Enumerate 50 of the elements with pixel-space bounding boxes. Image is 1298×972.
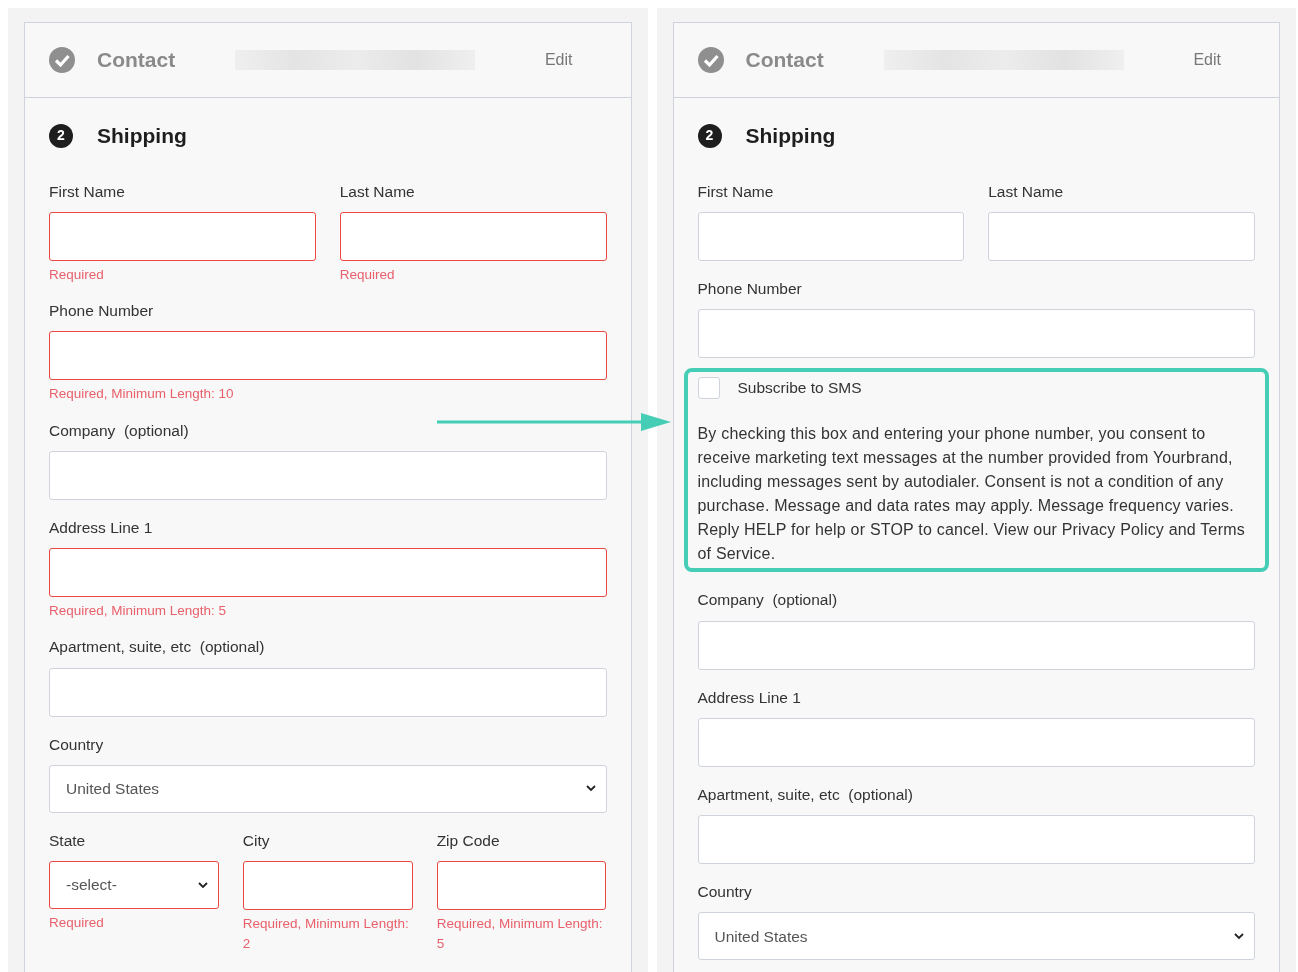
field-label: Country: [697, 882, 752, 902]
chevron-down-icon: [1234, 932, 1244, 940]
checkbox[interactable]: [697, 376, 720, 399]
input-field[interactable]: [242, 861, 413, 910]
edit-link[interactable]: Edit: [1193, 48, 1221, 72]
error-message: Required: [49, 914, 105, 932]
input-field[interactable]: [436, 861, 607, 910]
chevron-down-icon: [585, 785, 596, 793]
error-message: Required, Minimum Length: 2: [242, 915, 410, 954]
input-field[interactable]: [49, 548, 607, 597]
input-field[interactable]: [339, 211, 607, 261]
error-message: Required, Minimum Length: 5: [49, 602, 228, 620]
field-label: State: [49, 830, 86, 851]
field-label: Last Name: [988, 181, 1064, 202]
field-label: Last Name: [339, 181, 415, 202]
field-label: Phone Number: [697, 278, 802, 299]
field-label: City: [242, 830, 270, 851]
field-label: Phone Number: [49, 301, 154, 321]
input-field[interactable]: [49, 331, 607, 381]
field-label: Apartment, suite, etc (optional): [49, 637, 265, 658]
field-label: Apartment, suite, etc (optional): [697, 784, 913, 805]
select-field[interactable]: -select-: [49, 861, 219, 909]
field-label: Company (optional): [49, 420, 189, 441]
edit-link[interactable]: Edit: [544, 48, 573, 72]
field-label: Address Line 1: [697, 687, 801, 708]
chevron-down-icon: [197, 881, 208, 889]
error-message: Required, Minimum Length: 5: [436, 915, 604, 954]
field-label: Address Line 1: [49, 517, 153, 538]
arrow-icon: [437, 412, 671, 432]
check-circle-icon: [49, 47, 75, 73]
section-title: Shipping: [745, 123, 836, 149]
check-circle-icon: [697, 47, 724, 73]
select-field[interactable]: United States: [697, 912, 1255, 961]
error-message: Required, Minimum Length: 10: [49, 385, 235, 404]
field-label: Zip Code: [436, 830, 500, 851]
select-field[interactable]: United States: [49, 764, 607, 813]
step-number: 2: [697, 123, 722, 148]
error-message: Required: [49, 265, 105, 284]
section-title: Shipping: [97, 123, 187, 149]
section-title: Contact: [745, 47, 824, 74]
field-label: Company (optional): [697, 590, 838, 611]
checkbox-label: Subscribe to SMS: [737, 378, 862, 398]
consent-paragraph: By checking this box and entering your phone number, you consent to receive marketing text messages at the number provided from Yourbrand, including messages sent by autodialer. Consent is not a condition of any purchase. Message and data rates may apply. Message frequency varies. Reply HELP for help or STOP to cancel. View our Privacy Policy and Terms of Service.: [697, 424, 1246, 565]
step-number: 2: [49, 123, 73, 148]
field-label: Country: [49, 734, 104, 755]
field-label: First Name: [49, 181, 125, 202]
input-field[interactable]: [49, 211, 316, 261]
field-label: First Name: [697, 181, 774, 202]
error-message: Required: [339, 265, 396, 284]
section-title: Contact: [97, 47, 176, 74]
